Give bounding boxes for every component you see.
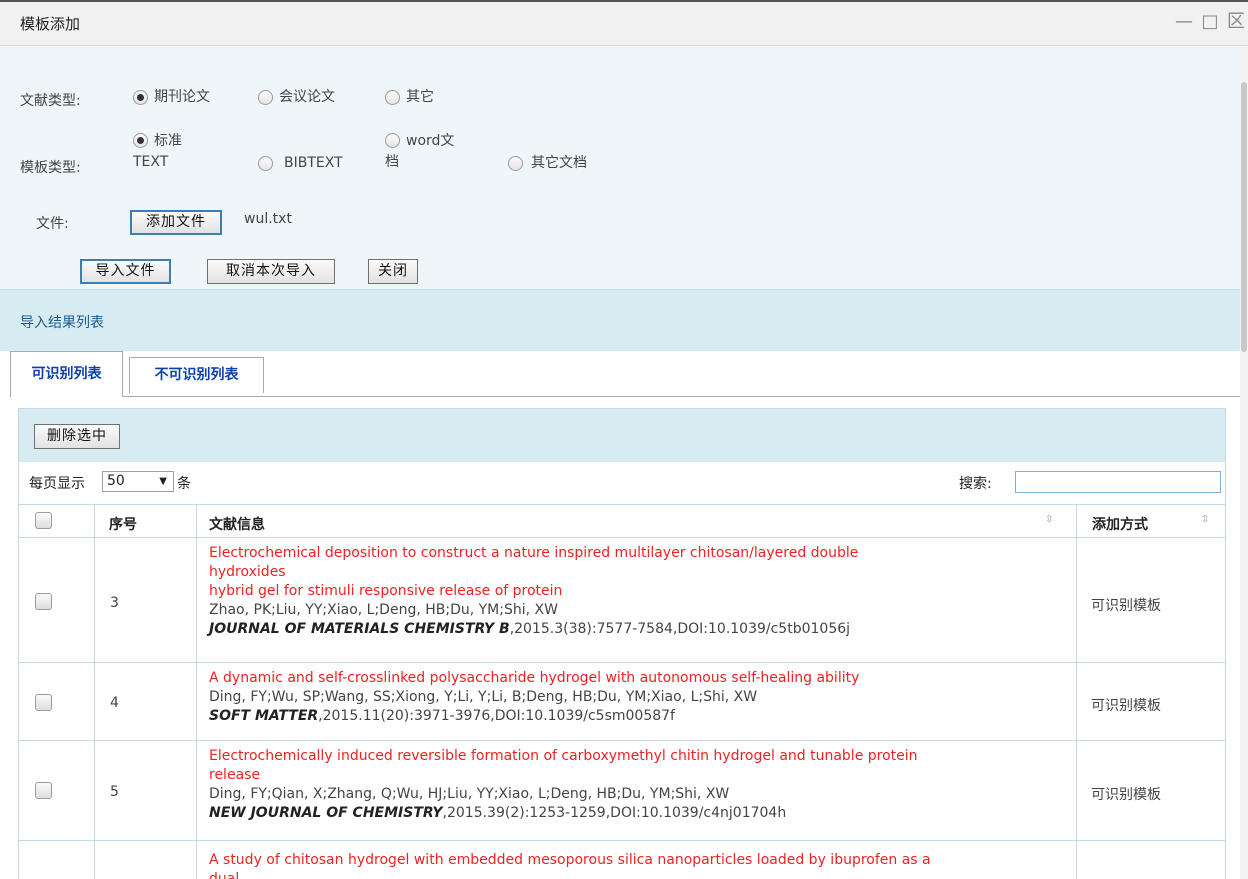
doc-type-label: 文献类型: bbox=[20, 93, 81, 109]
column-divider bbox=[196, 504, 197, 879]
template-bibtext-label: BIBTEXT bbox=[284, 155, 343, 171]
table-row: 3 Electrochemical deposition to construc… bbox=[19, 538, 1225, 663]
selected-file-name: wul.txt bbox=[244, 211, 292, 227]
journal-name: SOFT MATTER bbox=[209, 708, 319, 724]
row-info: A study of chitosan hydrogel with embedd… bbox=[209, 851, 1069, 879]
row-index: 5 bbox=[110, 784, 119, 800]
search-label: 搜索: bbox=[959, 476, 992, 492]
table-row: A study of chitosan hydrogel with embedd… bbox=[19, 841, 1225, 879]
per-page-suffix: 条 bbox=[177, 476, 191, 492]
journal-name: NEW JOURNAL OF CHEMISTRY bbox=[209, 805, 443, 821]
paper-title-line: A study of chitosan hydrogel with embedd… bbox=[209, 852, 931, 868]
results-toolbar: 删除选中 bbox=[19, 409, 1225, 462]
row-info: Electrochemically induced reversible for… bbox=[209, 747, 1069, 823]
per-page-value: 50 bbox=[107, 473, 125, 489]
doc-type-radio-journal[interactable] bbox=[133, 90, 148, 105]
scrollbar-thumb[interactable] bbox=[1241, 82, 1247, 352]
row-method: 可识别模板 bbox=[1091, 698, 1161, 714]
citation-details: ,2015.3(38):7577-7584,DOI:10.1039/c5tb01… bbox=[509, 621, 851, 637]
grid-controls: 每页显示 50 ▼ 条 搜索: bbox=[19, 462, 1225, 504]
citation-details: ,2015.11(20):3971-3976,DOI:10.1039/c5sm0… bbox=[318, 708, 675, 724]
paper-citation-line: SOFT MATTER,2015.11(20):3971-3976,DOI:10… bbox=[209, 707, 1069, 726]
paper-authors: Zhao, PK;Liu, YY;Xiao, L;Deng, HB;Du, YM… bbox=[209, 602, 558, 618]
row-checkbox[interactable] bbox=[35, 593, 52, 610]
import-form: 文献类型: 期刊论文 会议论文 其它 模板类型: 标准 TEXT BIBTEXT… bbox=[0, 46, 1240, 289]
import-results-header: 导入结果列表 bbox=[0, 289, 1240, 351]
paper-title-line: release bbox=[209, 767, 261, 783]
citation-details: ,2015.39(2):1253-1259,DOI:10.1039/c4nj01… bbox=[442, 805, 787, 821]
chevron-down-icon: ▼ bbox=[159, 476, 167, 487]
sort-icon[interactable]: ⇳ bbox=[1201, 514, 1209, 525]
template-type-radio-bibtext[interactable] bbox=[258, 156, 273, 171]
template-other-doc-label: 其它文档 bbox=[531, 155, 587, 171]
template-type-radio-other-doc[interactable] bbox=[508, 156, 523, 171]
results-panel: 删除选中 每页显示 50 ▼ 条 搜索: 序号 文献信息 ⇳ 添加方式 ⇳ 3 … bbox=[18, 408, 1226, 879]
cancel-import-button[interactable]: 取消本次导入 bbox=[207, 259, 335, 284]
doc-type-conference-label: 会议论文 bbox=[279, 89, 335, 105]
row-info: A dynamic and self-crosslinked polysacch… bbox=[209, 669, 1069, 726]
template-type-label: 模板类型: bbox=[20, 160, 81, 176]
tab-unrecognized[interactable]: 不可识别列表 bbox=[129, 357, 264, 393]
per-page-label: 每页显示 bbox=[29, 476, 85, 492]
maximize-icon[interactable]: □ bbox=[1198, 10, 1222, 34]
paper-title-line: Electrochemically induced reversible for… bbox=[209, 748, 918, 764]
paper-citation-line: NEW JOURNAL OF CHEMISTRY,2015.39(2):1253… bbox=[209, 804, 1069, 823]
row-method: 可识别模板 bbox=[1091, 787, 1161, 803]
paper-title-line: dual bbox=[209, 871, 240, 879]
row-checkbox[interactable] bbox=[35, 694, 52, 711]
add-file-button[interactable]: 添加文件 bbox=[130, 210, 222, 235]
close-button[interactable]: 关闭 bbox=[368, 259, 418, 284]
paper-title-line: A dynamic and self-crosslinked polysacch… bbox=[209, 670, 860, 686]
title-bar: 模板添加 — □ 区 bbox=[0, 2, 1248, 46]
per-page-select[interactable]: 50 ▼ bbox=[102, 471, 174, 492]
template-add-window: 模板添加 — □ 区 文献类型: 期刊论文 会议论文 其它 模板类型: 标准 T… bbox=[0, 0, 1248, 879]
column-header-index[interactable]: 序号 bbox=[109, 514, 137, 534]
template-standard-label-line1: 标准 bbox=[154, 133, 182, 149]
column-header-method[interactable]: 添加方式 bbox=[1092, 514, 1148, 534]
doc-type-journal-label: 期刊论文 bbox=[154, 89, 210, 105]
delete-selected-button[interactable]: 删除选中 bbox=[34, 424, 120, 449]
template-type-radio-standard[interactable] bbox=[133, 133, 148, 148]
column-divider bbox=[1076, 504, 1077, 879]
section-title: 导入结果列表 bbox=[20, 315, 104, 331]
row-index: 4 bbox=[110, 695, 119, 711]
paper-title-line: Electrochemical deposition to construct … bbox=[209, 545, 859, 561]
table-header: 序号 文献信息 ⇳ 添加方式 ⇳ bbox=[19, 504, 1225, 538]
column-header-info[interactable]: 文献信息 bbox=[209, 514, 265, 534]
tab-recognized[interactable]: 可识别列表 bbox=[10, 351, 123, 397]
paper-title-line: hydroxides bbox=[209, 564, 286, 580]
journal-name: JOURNAL OF MATERIALS CHEMISTRY B bbox=[209, 621, 510, 637]
tab-divider bbox=[122, 396, 1240, 397]
doc-type-radio-conference[interactable] bbox=[258, 90, 273, 105]
template-standard-label-line2: TEXT bbox=[133, 154, 169, 170]
search-input[interactable] bbox=[1015, 471, 1221, 493]
doc-type-other-label: 其它 bbox=[406, 89, 434, 105]
minimize-icon[interactable]: — bbox=[1172, 10, 1196, 34]
paper-authors: Ding, FY;Wu, SP;Wang, SS;Xiong, Y;Li, Y;… bbox=[209, 689, 758, 705]
file-label: 文件: bbox=[36, 216, 69, 232]
select-all-checkbox[interactable] bbox=[35, 512, 52, 529]
paper-citation-line: JOURNAL OF MATERIALS CHEMISTRY B,2015.3(… bbox=[209, 620, 1069, 639]
paper-title-line: hybrid gel for stimuli responsive releas… bbox=[209, 583, 563, 599]
template-word-label-line1: word文 bbox=[406, 133, 455, 149]
row-method: 可识别模板 bbox=[1091, 598, 1161, 614]
sort-icon[interactable]: ⇳ bbox=[1045, 514, 1053, 525]
table-row: 4 A dynamic and self-crosslinked polysac… bbox=[19, 663, 1225, 741]
column-divider bbox=[94, 504, 95, 879]
window-title: 模板添加 bbox=[20, 15, 81, 33]
close-window-icon[interactable]: 区 bbox=[1224, 10, 1248, 34]
template-word-label-line2: 档 bbox=[385, 154, 399, 170]
paper-authors: Ding, FY;Qian, X;Zhang, Q;Wu, HJ;Liu, YY… bbox=[209, 786, 730, 802]
row-checkbox[interactable] bbox=[35, 782, 52, 799]
doc-type-radio-other[interactable] bbox=[385, 90, 400, 105]
import-file-button[interactable]: 导入文件 bbox=[80, 259, 171, 284]
row-info: Electrochemical deposition to construct … bbox=[209, 544, 1069, 639]
row-index: 3 bbox=[110, 595, 119, 611]
table-row: 5 Electrochemically induced reversible f… bbox=[19, 741, 1225, 841]
template-type-radio-word[interactable] bbox=[385, 133, 400, 148]
